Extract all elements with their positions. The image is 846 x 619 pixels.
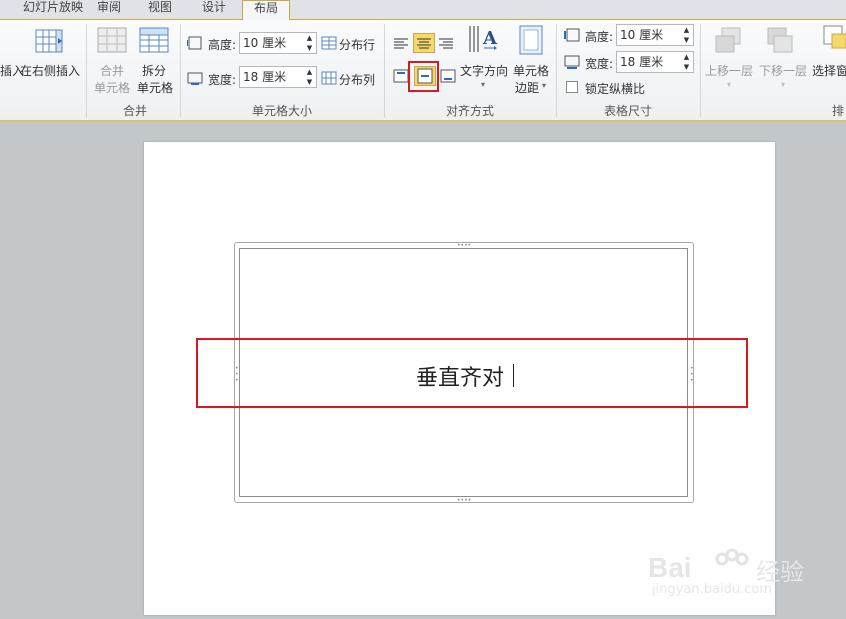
table-height-value: 10 厘米: [620, 28, 664, 42]
lock-aspect-ratio-label[interactable]: 锁定纵横比: [585, 80, 645, 97]
group-label-cell-size: 单元格大小: [251, 104, 312, 118]
merge-cells-label-1: 合并: [100, 64, 125, 78]
tab-view[interactable]: 视图: [140, 0, 180, 20]
group-label-alignment: 对齐方式: [445, 104, 494, 118]
send-backward-chevron-down-icon: ▾: [781, 80, 786, 89]
split-cells-icon[interactable]: [139, 26, 169, 57]
ribbon-tab-bar: 幻灯片放映 审阅 视图 设计 布局: [0, 0, 846, 21]
merge-cells-label-2: 单元格: [94, 81, 131, 95]
watermark-brand: Bai: [648, 552, 692, 583]
highlight-box-cell-text: [196, 338, 748, 408]
distribute-rows-icon: [321, 36, 337, 53]
group-label-merge: 合并: [122, 104, 147, 118]
insert-right-button[interactable]: 在右侧插入: [20, 62, 80, 79]
table-height-icon: [564, 28, 580, 45]
tab-slideshow[interactable]: 幻灯片放映: [18, 0, 88, 20]
divider: [700, 24, 701, 118]
distribute-columns-button[interactable]: 分布列: [339, 71, 375, 88]
group-label-table-size: 表格尺寸: [603, 104, 652, 118]
align-right-icon[interactable]: [437, 35, 455, 54]
align-center-icon[interactable]: [413, 33, 435, 53]
align-bottom-icon[interactable]: [439, 68, 457, 87]
resize-handle-bottom[interactable]: ••••: [457, 498, 471, 504]
cell-width-label: 宽度:: [208, 73, 237, 87]
ribbon: 插入 在右侧插入 合并 单元格 拆分 单元格 合并 高度: 10 厘米 ▲ ▼ …: [0, 20, 846, 122]
cell-height-label: 高度:: [208, 38, 237, 52]
highlight-box-align-middle: [408, 61, 439, 92]
table-width-input[interactable]: 18 厘米 ▲ ▼: [616, 51, 694, 73]
tab-review[interactable]: 审阅: [92, 0, 126, 20]
table-height-input[interactable]: 10 厘米 ▲ ▼: [616, 24, 694, 46]
watermark-url: jingyan.baidu.com: [652, 582, 772, 597]
cell-margins-label-2[interactable]: 边距: [515, 79, 539, 96]
text-direction-button[interactable]: 文字方向: [460, 62, 508, 79]
merge-cells-icon: [97, 26, 127, 57]
send-backward-button: 下移一层: [759, 64, 808, 78]
cell-width-value: 18 厘米: [243, 70, 287, 84]
bring-forward-chevron-down-icon: ▾: [727, 80, 732, 89]
tab-layout[interactable]: 布局: [242, 0, 290, 21]
group-label-arrange: 排: [831, 104, 844, 118]
spinner-arrows-icon[interactable]: ▲ ▼: [682, 52, 691, 72]
text-direction-chevron-down-icon[interactable]: ▾: [481, 80, 485, 89]
bring-forward-button: 上移一层: [705, 64, 754, 78]
cell-margins-label-1[interactable]: 单元格: [513, 62, 549, 79]
send-backward-icon: [766, 26, 796, 59]
text-direction-icon[interactable]: A: [466, 24, 500, 57]
column-width-icon: [187, 71, 203, 88]
table-width-icon: [564, 55, 580, 72]
spinner-arrows-icon[interactable]: ▲ ▼: [305, 67, 314, 87]
cell-width-input[interactable]: 18 厘米 ▲ ▼: [239, 66, 317, 88]
insert-right-icon[interactable]: [34, 26, 66, 61]
resize-handle-top[interactable]: ••••: [457, 243, 471, 249]
row-height-icon: [186, 36, 203, 53]
bring-forward-icon: [714, 26, 744, 59]
split-cells-label-1[interactable]: 拆分: [142, 62, 166, 79]
selection-pane-button[interactable]: 选择窗: [812, 62, 846, 79]
spinner-arrows-icon[interactable]: ▲ ▼: [305, 33, 314, 53]
cell-height-value: 10 厘米: [243, 36, 287, 50]
tab-design[interactable]: 设计: [192, 0, 236, 20]
lock-aspect-ratio-checkbox[interactable]: [566, 81, 578, 93]
divider: [86, 24, 87, 118]
table-height-label: 高度:: [585, 30, 614, 44]
selection-pane-icon[interactable]: [822, 24, 846, 59]
align-left-icon[interactable]: [392, 35, 410, 54]
cell-height-input[interactable]: 10 厘米 ▲ ▼: [239, 32, 317, 54]
svg-text:A: A: [482, 28, 498, 49]
watermark: Bai 经验 jingyan.baidu.com: [648, 540, 818, 600]
cell-margins-chevron-down-icon[interactable]: ▾: [542, 81, 546, 90]
distribute-columns-icon: [321, 71, 337, 88]
cell-margins-icon[interactable]: [518, 24, 546, 59]
table-width-label: 宽度:: [585, 57, 614, 71]
distribute-rows-button[interactable]: 分布行: [339, 36, 375, 53]
split-cells-label-2[interactable]: 单元格: [137, 79, 173, 96]
spinner-arrows-icon[interactable]: ▲ ▼: [682, 25, 691, 45]
table-width-value: 18 厘米: [620, 55, 664, 69]
